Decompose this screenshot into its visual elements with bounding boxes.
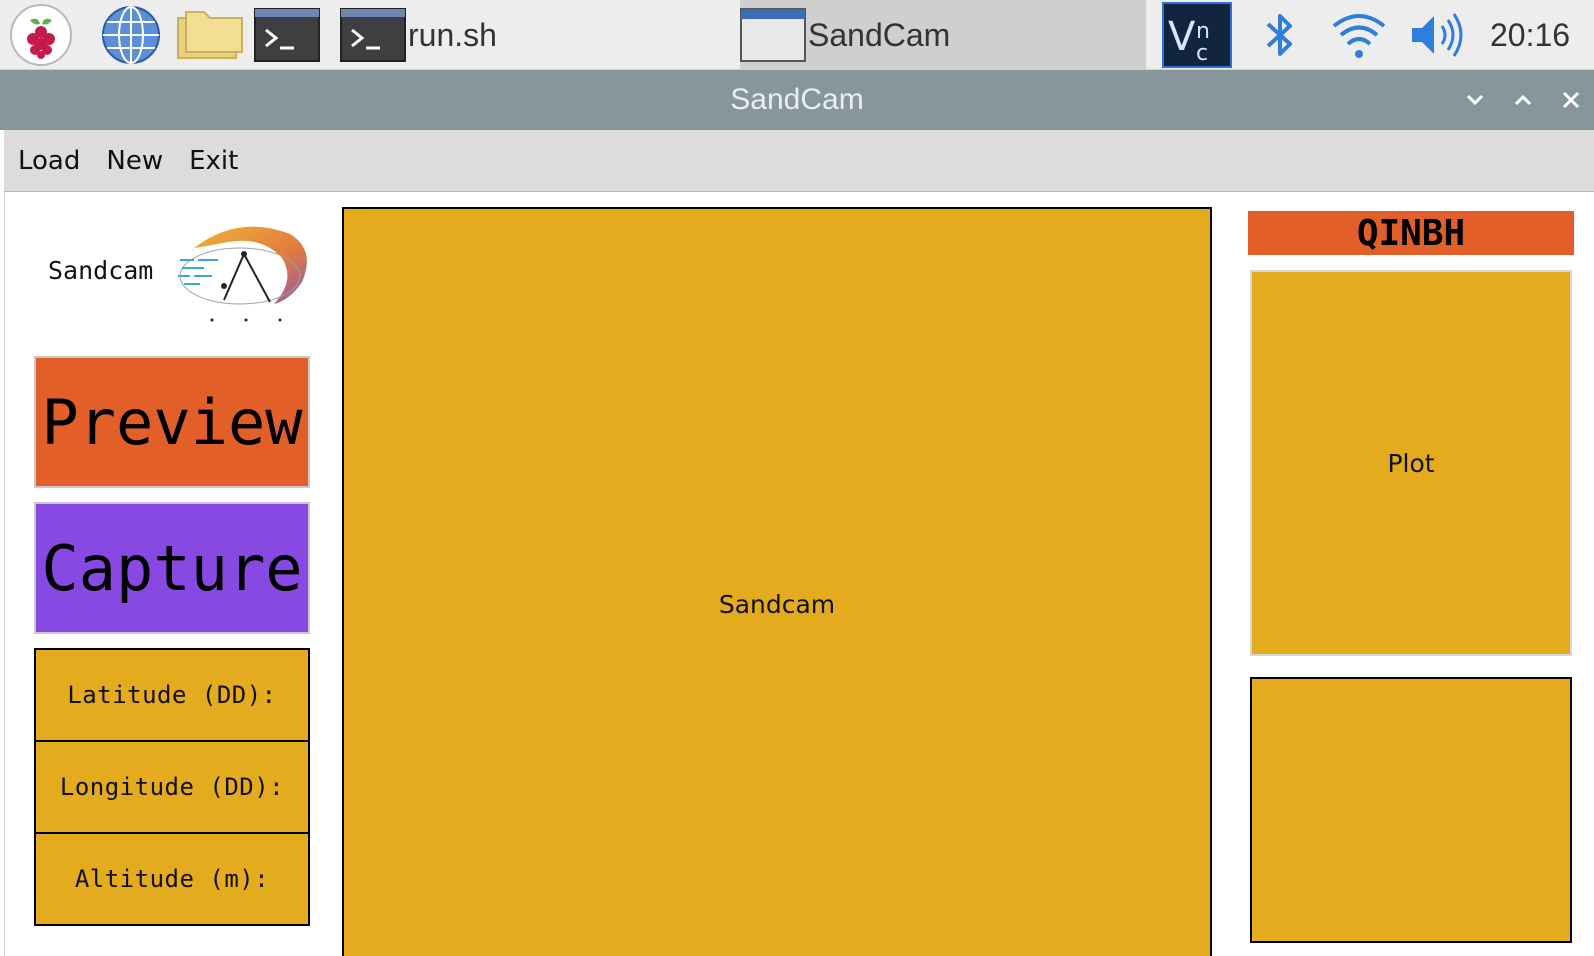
plot-label: Plot (1387, 448, 1435, 478)
plot-panel: Plot (1250, 270, 1572, 656)
svg-text:c: c (1196, 41, 1208, 66)
vnc-icon[interactable]: V n c (1162, 2, 1232, 68)
file-manager-icon[interactable] (176, 8, 244, 62)
taskbar-task-label: SandCam (808, 16, 951, 53)
menu-item-new[interactable]: New (106, 146, 163, 176)
window-title: SandCam (730, 83, 864, 116)
bluetooth-icon[interactable] (1262, 8, 1298, 62)
latitude-field: Latitude (DD): (34, 648, 310, 742)
taskbar-clock[interactable]: 20:16 (1490, 0, 1586, 70)
volume-icon[interactable] (1408, 10, 1466, 60)
window-icon (740, 8, 806, 62)
altitude-field: Altitude (m): (34, 832, 310, 926)
app-logo-text: Sandcam (48, 256, 154, 285)
sandcam-logo-icon (178, 220, 314, 330)
web-browser-icon[interactable] (100, 4, 162, 66)
preview-button[interactable]: Preview (34, 356, 310, 488)
terminal-icon (340, 8, 406, 62)
close-icon[interactable] (1556, 85, 1586, 115)
window-titlebar[interactable]: SandCam (0, 70, 1594, 130)
terminal-icon[interactable] (254, 8, 320, 62)
taskbar-task-label: run.sh (408, 16, 497, 53)
camera-preview-panel: Sandcam (342, 207, 1212, 956)
svg-text:V: V (1168, 14, 1196, 60)
longitude-field: Longitude (DD): (34, 740, 310, 834)
menu-bar: Load New Exit (4, 130, 1594, 192)
raspberry-menu-icon[interactable] (8, 4, 74, 66)
minimize-icon[interactable] (1460, 85, 1490, 115)
camera-preview-label: Sandcam (718, 590, 836, 619)
capture-button[interactable]: Capture (34, 502, 310, 634)
wifi-icon[interactable] (1330, 8, 1388, 62)
menu-item-load[interactable]: Load (18, 146, 80, 176)
menu-item-exit[interactable]: Exit (189, 146, 238, 176)
taskbar-task-sandcam[interactable]: SandCam (740, 0, 1146, 70)
taskbar-task-run-sh[interactable]: run.sh (340, 0, 700, 70)
taskbar: run.sh SandCam V n c 20:16 (0, 0, 1594, 70)
station-id-badge: QINBH (1248, 211, 1574, 255)
maximize-icon[interactable] (1508, 85, 1538, 115)
secondary-panel (1250, 677, 1572, 943)
